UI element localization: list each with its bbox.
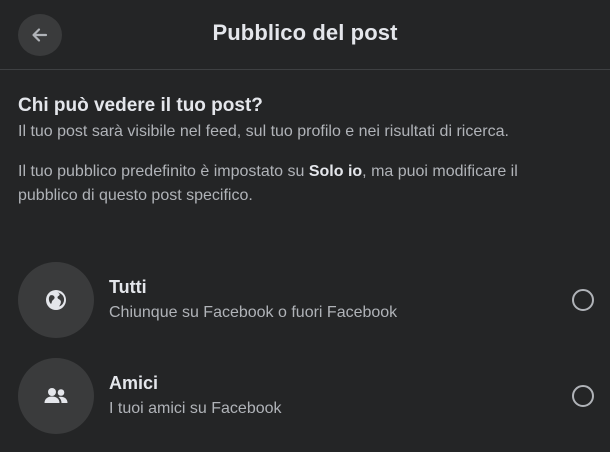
dialog-title: Pubblico del post <box>212 20 398 45</box>
default-audience-note: Il tuo pubblico predefinito è impostato … <box>18 160 578 208</box>
option-text: Amici I tuoi amici su Facebook <box>109 372 572 420</box>
option-icon-circle <box>18 358 94 434</box>
globe-icon <box>46 290 66 310</box>
default-audience-prefix: Il tuo pubblico predefinito è impostato … <box>18 163 309 180</box>
default-audience-value: Solo io <box>308 163 363 180</box>
visibility-description: Il tuo post sarà visibile nel feed, sul … <box>18 123 509 140</box>
dialog-header: Pubblico del post <box>0 0 610 70</box>
dialog-content: Chi può vedere il tuo post? Il tuo post … <box>0 94 610 208</box>
option-title: Tutti <box>109 277 147 297</box>
friends-icon <box>44 388 68 403</box>
radio-button-tutti[interactable] <box>572 289 594 311</box>
audience-option-tutti[interactable]: Tutti Chiunque su Facebook o fuori Faceb… <box>18 262 598 338</box>
option-text: Tutti Chiunque su Facebook o fuori Faceb… <box>109 276 572 324</box>
audience-option-amici[interactable]: Amici I tuoi amici su Facebook <box>18 358 598 434</box>
audience-dialog: Pubblico del post Chi può vedere il tuo … <box>0 0 610 452</box>
radio-button-amici[interactable] <box>572 385 594 407</box>
option-icon-circle <box>18 262 94 338</box>
question-heading: Chi può vedere il tuo post? <box>18 95 263 116</box>
option-subtitle: I tuoi amici su Facebook <box>109 400 282 417</box>
option-subtitle: Chiunque su Facebook o fuori Facebook <box>109 304 398 321</box>
option-title: Amici <box>109 373 159 393</box>
